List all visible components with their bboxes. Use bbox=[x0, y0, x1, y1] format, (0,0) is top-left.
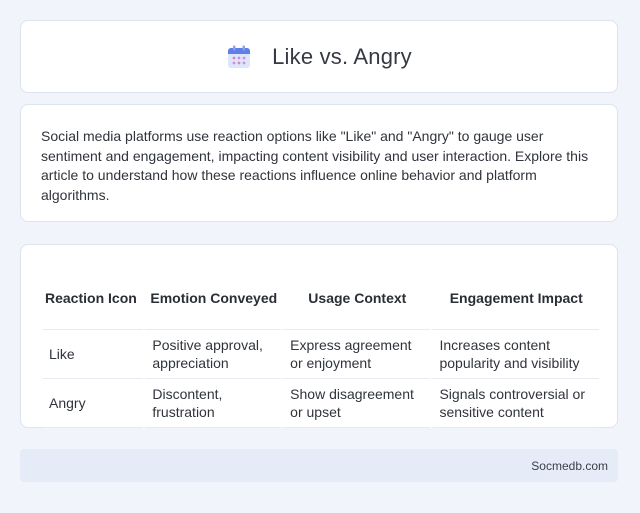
calendar-icon bbox=[228, 45, 251, 68]
table-cell: Positive approval, appreciation bbox=[143, 330, 282, 379]
header-engagement-impact: Engagement Impact bbox=[430, 267, 599, 330]
header-emotion-conveyed: Emotion Conveyed bbox=[143, 267, 282, 330]
comparison-table: Reaction Icon Emotion Conveyed Usage Con… bbox=[43, 267, 599, 428]
table-row: Angry Discontent, frustration Show disag… bbox=[43, 379, 599, 428]
footer-site-name[interactable]: Socmedb.com bbox=[531, 459, 608, 473]
title-wrap: Like vs. Angry bbox=[226, 44, 412, 70]
table-cell: Increases content popularity and visibil… bbox=[430, 330, 599, 379]
table-cell: Like bbox=[43, 330, 144, 379]
header-usage-context: Usage Context bbox=[281, 267, 431, 330]
intro-card: Social media platforms use reaction opti… bbox=[20, 104, 618, 222]
table-card: Reaction Icon Emotion Conveyed Usage Con… bbox=[20, 244, 618, 428]
table-header-row: Reaction Icon Emotion Conveyed Usage Con… bbox=[43, 267, 599, 330]
header-reaction-icon: Reaction Icon bbox=[43, 267, 144, 330]
table-cell: Discontent, frustration bbox=[143, 379, 282, 428]
title-card: Like vs. Angry bbox=[20, 20, 618, 93]
table-cell: Angry bbox=[43, 379, 144, 428]
table-cell: Express agreement or enjoyment bbox=[281, 330, 431, 379]
table-cell: Signals controversial or sensitive conte… bbox=[430, 379, 599, 428]
intro-paragraph: Social media platforms use reaction opti… bbox=[41, 128, 589, 203]
table-row: Like Positive approval, appreciation Exp… bbox=[43, 330, 599, 379]
table-cell: Show disagreement or upset bbox=[281, 379, 431, 428]
page-title: Like vs. Angry bbox=[272, 43, 412, 69]
footer-bar: Socmedb.com bbox=[20, 449, 618, 482]
